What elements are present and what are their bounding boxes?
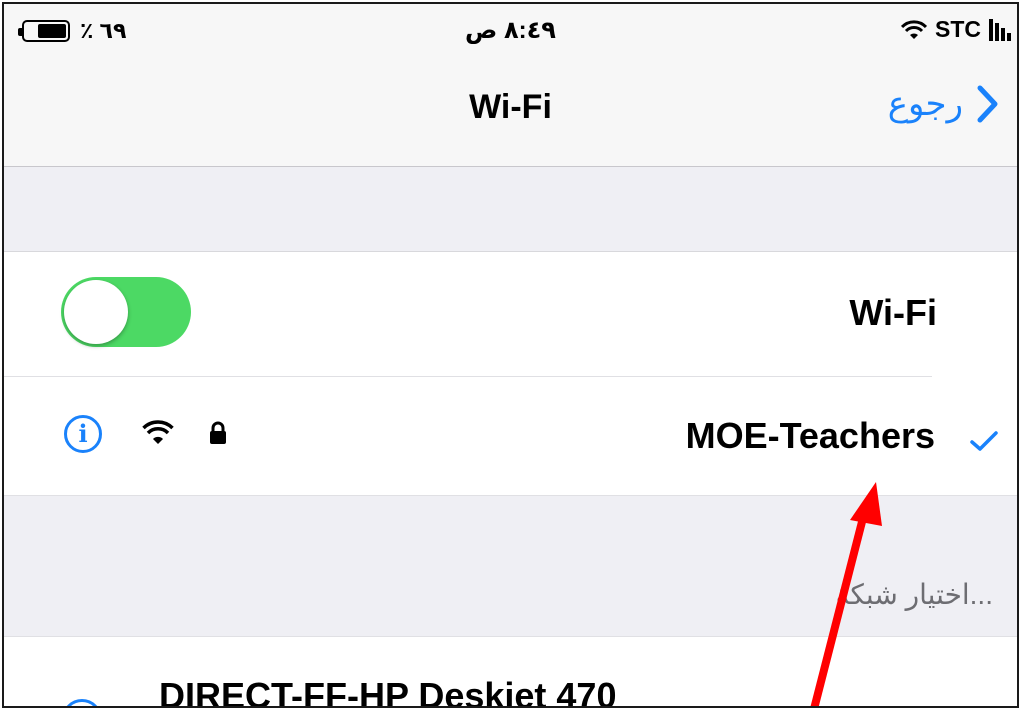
status-bar: ٪ ٦٩ ٨:٤٩ ص STC (4, 4, 1017, 62)
info-icon[interactable]: i (64, 415, 102, 453)
wifi-toggle-label: Wi-Fi (849, 292, 937, 333)
signal-icon (989, 18, 1011, 41)
back-chevron-icon (977, 85, 998, 123)
carrier-name: STC (935, 16, 981, 42)
section-spacer (4, 167, 1017, 252)
network-name: DIRECT-FF-HP Deskjet 470 (159, 675, 617, 708)
status-time: ٨:٤٩ ص (465, 17, 556, 44)
carrier-group: STC (901, 16, 1011, 43)
wifi-icon (142, 420, 174, 444)
choose-network-header: اختيار شبكة... (4, 496, 1017, 637)
connected-network-row[interactable]: i MOE-Teachers (4, 377, 1017, 496)
connected-network-name: MOE-Teachers (685, 415, 935, 456)
wifi-toggle-row: Wi-Fi (4, 252, 1017, 375)
back-button-label: رجوع (887, 85, 963, 123)
back-button[interactable]: رجوع (888, 84, 999, 124)
network-list-item[interactable]: DIRECT-FF-HP Deskjet 470 (4, 637, 1017, 708)
checkmark-icon (970, 431, 998, 451)
choose-network-label: اختيار شبكة... (835, 579, 993, 610)
page-title: Wi-Fi (469, 88, 552, 126)
wifi-toggle-switch[interactable] (61, 277, 191, 347)
toggle-knob (64, 280, 128, 344)
info-icon[interactable] (62, 699, 102, 706)
lock-icon (210, 421, 226, 444)
wifi-status-icon (901, 19, 927, 39)
navigation-bar: Wi-Fi رجوع (4, 62, 1017, 167)
phone-screen: ٪ ٦٩ ٨:٤٩ ص STC Wi-Fi رجوع Wi-Fi i MOE-T… (2, 2, 1019, 708)
